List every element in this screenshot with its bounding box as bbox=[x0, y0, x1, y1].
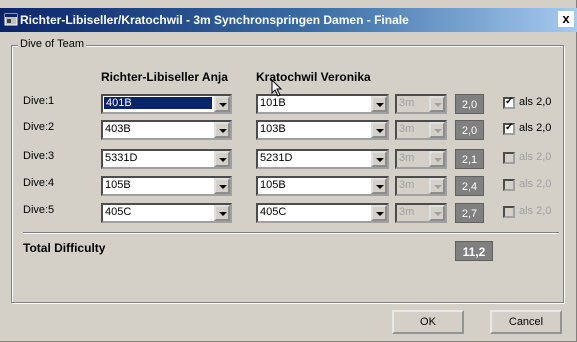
dive-label: Dive:2 bbox=[23, 121, 55, 133]
chevron-down-icon[interactable] bbox=[214, 205, 230, 221]
dive-label: Dive:4 bbox=[23, 177, 55, 189]
diver1-dive-select-value: 403B bbox=[105, 123, 131, 135]
diver2-dive-select[interactable]: 5231D bbox=[256, 149, 389, 169]
chevron-down-icon bbox=[429, 122, 445, 138]
app-window-icon bbox=[4, 13, 18, 26]
as-2-0-label: als 2,0 bbox=[519, 205, 552, 217]
height-select: 3m bbox=[395, 149, 447, 169]
height-select-value: 3m bbox=[399, 152, 415, 164]
chevron-down-icon bbox=[429, 151, 445, 167]
as-2-0-label: als 2,0 bbox=[519, 122, 552, 134]
difficulty-value: 2,4 bbox=[455, 176, 484, 196]
diver1-header: Richter-Libiseller Anja bbox=[101, 70, 228, 84]
height-select-value: 3m bbox=[399, 123, 415, 135]
as-2-0-label: als 2,0 bbox=[519, 178, 552, 190]
diver2-dive-select-value: 105B bbox=[260, 179, 286, 191]
as-2-0-checkbox bbox=[503, 179, 515, 191]
cancel-button[interactable]: Cancel bbox=[490, 310, 562, 334]
group-label: Dive of Team bbox=[18, 38, 86, 50]
height-select-value: 3m bbox=[399, 206, 415, 218]
as-2-0-checkbox bbox=[503, 206, 515, 218]
as-2-0-checkbox bbox=[503, 152, 515, 164]
diver2-dive-select[interactable]: 105B bbox=[256, 176, 389, 196]
diver1-dive-select-value: 5331D bbox=[105, 152, 138, 164]
diver2-dive-select-value: 103B bbox=[260, 123, 286, 135]
diver2-dive-select[interactable]: 101B bbox=[256, 94, 389, 114]
height-select: 3m bbox=[395, 94, 447, 114]
chevron-down-icon[interactable] bbox=[214, 122, 230, 138]
chevron-down-icon bbox=[429, 205, 445, 221]
as-2-0-label: als 2,0 bbox=[519, 96, 552, 108]
close-button[interactable]: x bbox=[558, 11, 574, 27]
as-2-0-label: als 2,0 bbox=[519, 151, 552, 163]
ok-button[interactable]: OK bbox=[392, 310, 464, 334]
height-select: 3m bbox=[395, 176, 447, 196]
dive-label: Dive:3 bbox=[23, 150, 55, 162]
difficulty-value: 2,0 bbox=[455, 120, 484, 140]
diver1-dive-select[interactable]: 105B bbox=[101, 176, 232, 196]
as-2-0-checkbox[interactable] bbox=[503, 96, 515, 109]
height-select: 3m bbox=[395, 203, 447, 223]
diver2-dive-select[interactable]: 103B bbox=[256, 120, 389, 140]
separator bbox=[23, 232, 559, 234]
chevron-down-icon[interactable] bbox=[371, 151, 387, 167]
diver2-dive-select-value: 101B bbox=[260, 97, 286, 109]
height-select-value: 3m bbox=[399, 179, 415, 191]
chevron-down-icon[interactable] bbox=[371, 122, 387, 138]
title-bar[interactable]: Richter-Libiseller/Kratochwil - 3m Synch… bbox=[0, 8, 577, 32]
diver1-dive-select[interactable]: 401B bbox=[101, 94, 232, 114]
chevron-down-icon[interactable] bbox=[214, 178, 230, 194]
diver1-dive-select-value: 105B bbox=[105, 179, 131, 191]
chevron-down-icon[interactable] bbox=[214, 96, 230, 112]
chevron-down-icon[interactable] bbox=[371, 96, 387, 112]
window-title: Richter-Libiseller/Kratochwil - 3m Synch… bbox=[20, 13, 409, 27]
diver2-dive-select-value: 405C bbox=[260, 206, 287, 218]
difficulty-value: 2,0 bbox=[455, 94, 484, 114]
diver1-dive-select-value: 401B bbox=[104, 97, 212, 109]
dive-label: Dive:5 bbox=[23, 204, 55, 216]
dive-label: Dive:1 bbox=[23, 95, 55, 107]
chevron-down-icon bbox=[429, 178, 445, 194]
chevron-down-icon bbox=[429, 96, 445, 112]
diver1-dive-select[interactable]: 405C bbox=[101, 203, 232, 223]
diver1-dive-select[interactable]: 403B bbox=[101, 120, 232, 140]
diver1-dive-select-value: 405C bbox=[105, 206, 132, 218]
difficulty-value: 2,7 bbox=[455, 203, 484, 223]
as-2-0-checkbox[interactable] bbox=[503, 122, 515, 135]
total-difficulty-value: 11,2 bbox=[455, 241, 493, 261]
chevron-down-icon[interactable] bbox=[214, 151, 230, 167]
difficulty-value: 2,1 bbox=[455, 149, 484, 169]
diver2-dive-select-value: 5231D bbox=[260, 152, 293, 164]
mouse-pointer-icon bbox=[271, 79, 283, 97]
height-select-value: 3m bbox=[399, 97, 415, 109]
diver2-dive-select[interactable]: 405C bbox=[256, 203, 389, 223]
total-difficulty-label: Total Difficulty bbox=[23, 241, 106, 255]
chevron-down-icon[interactable] bbox=[371, 178, 387, 194]
height-select: 3m bbox=[395, 120, 447, 140]
diver1-dive-select[interactable]: 5331D bbox=[101, 149, 232, 169]
dialog-window: Richter-Libiseller/Kratochwil - 3m Synch… bbox=[0, 0, 577, 342]
chevron-down-icon[interactable] bbox=[371, 205, 387, 221]
